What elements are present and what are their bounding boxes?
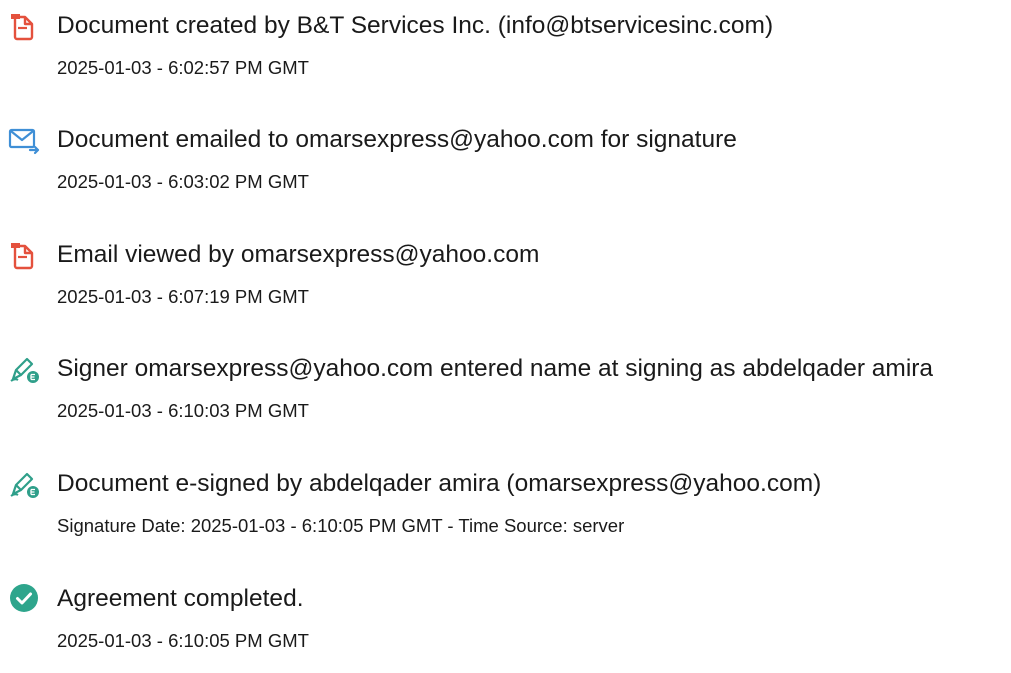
audit-event-agreement-completed: Agreement completed. 2025-01-03 - 6:10:0… [0, 573, 1011, 673]
event-timestamp: 2025-01-03 - 6:03:02 PM GMT [57, 171, 309, 192]
event-timestamp: 2025-01-03 - 6:10:03 PM GMT [57, 400, 309, 421]
event-timestamp: 2025-01-03 - 6:10:05 PM GMT [57, 630, 309, 651]
audit-event-signer-name-entered: Signer omarsexpress@yahoo.com entered na… [0, 343, 1011, 443]
event-title: Signer omarsexpress@yahoo.com entered na… [57, 355, 934, 382]
event-title: Document emailed to omarsexpress@yahoo.c… [57, 126, 737, 153]
event-signature-date: Signature Date: 2025-01-03 - 6:10:05 PM … [57, 515, 625, 536]
event-title: Document created by B&T Services Inc. (i… [57, 12, 774, 39]
audit-event-document-emailed: Document emailed to omarsexpress@yahoo.c… [0, 114, 1011, 214]
signer-name-entered-icon [8, 353, 40, 385]
email-sent-icon [8, 124, 40, 156]
event-timestamp: 2025-01-03 - 6:07:19 PM GMT [57, 286, 309, 307]
agreement-completed-icon [8, 583, 40, 615]
e-signed-icon [8, 468, 40, 500]
audit-event-document-created: Document created by B&T Services Inc. (i… [0, 0, 1011, 100]
event-title: Email viewed by omarsexpress@yahoo.com [57, 241, 540, 268]
audit-event-e-signed: Document e-signed by abdelqader amira (o… [0, 458, 1011, 558]
audit-event-email-viewed: Email viewed by omarsexpress@yahoo.com 2… [0, 229, 1011, 329]
email-viewed-icon [8, 239, 40, 271]
event-title: Document e-signed by abdelqader amira (o… [57, 470, 822, 497]
event-timestamp: 2025-01-03 - 6:02:57 PM GMT [57, 57, 309, 78]
document-created-icon [8, 10, 40, 42]
event-title: Agreement completed. [57, 585, 304, 612]
